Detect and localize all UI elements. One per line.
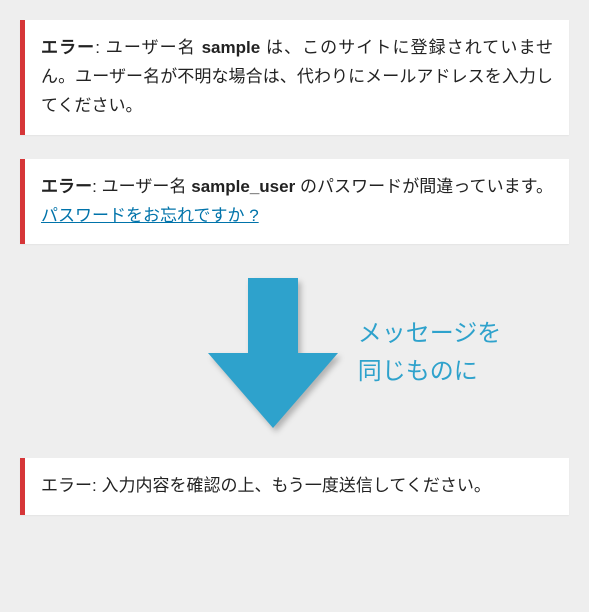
arrow-annotation-row: メッセージを 同じものに	[20, 268, 569, 438]
annotation-line-1: メッセージを	[358, 315, 502, 353]
annotation-line-2: 同じものに	[358, 353, 502, 391]
error-unified-message: エラー: 入力内容を確認の上、もう一度送信してください。	[20, 458, 569, 515]
error-label: エラー	[41, 38, 95, 57]
arrow-down-icon	[208, 278, 338, 428]
error-text: エラー: 入力内容を確認の上、もう一度送信してください。	[41, 476, 491, 495]
annotation-text: メッセージを 同じものに	[358, 315, 502, 392]
error-wrong-password: エラー: ユーザー名 sample_user のパスワードが間違っています。パス…	[20, 159, 569, 245]
error-text-post: のパスワードが間違っています。	[295, 177, 553, 196]
error-username-not-registered: エラー: ユーザー名 sample は、このサイトに登録されていません。ユーザー…	[20, 20, 569, 135]
error-username: sample	[202, 38, 261, 57]
forgot-password-link[interactable]: パスワードをお忘れですか ?	[41, 206, 259, 225]
error-label: エラー	[41, 177, 92, 196]
error-text-pre: ユーザー名	[100, 38, 202, 57]
error-username: sample_user	[191, 177, 295, 196]
error-text-pre: ユーザー名	[97, 177, 191, 196]
